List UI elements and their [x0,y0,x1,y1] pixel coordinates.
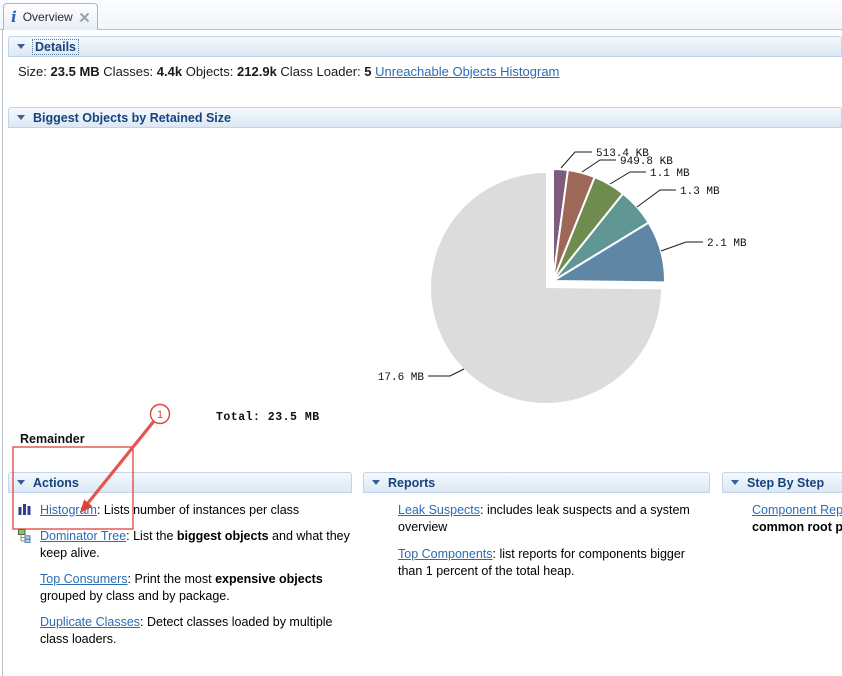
action-item-duplicate-classes: Duplicate Classes: Detect classes loaded… [8,614,352,648]
leak-suspects-link[interactable]: Leak Suspects [398,503,480,517]
tab-bar: i Overview [0,0,842,30]
tab-title: Overview [22,10,73,24]
objects-value: 212.9k [237,64,277,79]
action-desc: grouped by class and by package. [40,589,230,603]
pie-slice-label: 949.8 KB [620,156,673,168]
pie-leader-line [428,368,465,377]
size-label: Size: [18,64,47,79]
classloader-label: Class Loader: [280,64,361,79]
actions-section: Actions Histogram: Lists number of insta… [8,472,352,676]
classes-label: Classes: [103,64,154,79]
action-item-dominator-tree: Dominator Tree: List the biggest objects… [8,528,352,562]
actions-header[interactable]: Actions [8,472,352,493]
pie-leader-line [581,159,616,173]
unreachable-objects-histogram-link[interactable]: Unreachable Objects Histogram [375,64,559,79]
action-item-top-consumers: Top Consumers: Print the most expensive … [8,571,352,605]
pie-legend-remainder: Remainder [20,432,85,446]
step-by-step-title: Step By Step [747,475,825,490]
tab-overview[interactable]: i Overview [3,3,98,30]
pie-total-label: Total: 23.5 MB [216,411,320,424]
report-item-leak-suspects: Leak Suspects: includes leak suspects an… [363,502,710,536]
pie-slice-label: 17.6 MB [378,372,425,384]
dominator-tree-link[interactable]: Dominator Tree [40,529,126,543]
step-by-step-header[interactable]: Step By Step [722,472,842,493]
action-item-histogram: Histogram: Lists number of instances per… [8,502,352,519]
report-item-top-components: Top Components: list reports for compone… [363,546,710,580]
action-desc-bold: biggest objects [176,529,269,543]
classloader-value: 5 [364,64,372,79]
histogram-icon [18,503,31,521]
collapse-triangle-icon [17,44,25,49]
top-components-link[interactable]: Top Components [398,547,493,561]
pie-leader-line [636,189,676,208]
step-by-step-body: Component Rep common root p [722,493,842,545]
reports-body: Leak Suspects: includes leak suspects an… [363,493,710,590]
reports-title: Reports [388,475,436,490]
collapse-triangle-icon [731,480,739,485]
details-summary: Size: 23.5 MB Classes: 4.4k Objects: 212… [18,64,559,79]
component-report-link[interactable]: Component Rep [752,503,842,517]
action-desc: : Print the most [127,572,216,586]
actions-title: Actions [33,475,79,490]
classes-value: 4.4k [156,64,183,79]
objects-label: Objects: [185,64,234,79]
top-consumers-link[interactable]: Top Consumers [40,572,128,586]
action-desc-bold: expensive objects [215,572,323,586]
biggest-objects-header[interactable]: Biggest Objects by Retained Size [8,107,842,128]
step-desc-bold: common root p [752,520,842,534]
details-header[interactable]: Details [8,36,842,57]
details-title: Details [32,38,79,55]
info-icon: i [11,7,17,26]
reports-header[interactable]: Reports [363,472,710,493]
pie-slice-label: 2.1 MB [707,238,747,250]
pie-leader-line [660,241,703,252]
pie-leader-line [609,171,646,185]
action-desc: : List the [126,529,177,543]
reports-section: Reports Leak Suspects: includes leak sus… [363,472,710,676]
actions-body: Histogram: Lists number of instances per… [8,493,352,657]
biggest-objects-title: Biggest Objects by Retained Size [33,110,231,125]
close-icon[interactable] [79,12,90,23]
pie-slice-label: 1.3 MB [680,186,720,198]
retained-size-pie-chart: 513.4 KB949.8 KB1.1 MB1.3 MB2.1 MB17.6 M… [216,148,747,424]
collapse-triangle-icon [17,480,25,485]
collapse-triangle-icon [17,115,25,120]
step-item-component-report: Component Rep common root p [722,502,842,536]
step-by-step-section: Step By Step Component Rep common root p [722,472,842,676]
duplicate-classes-link[interactable]: Duplicate Classes [40,615,140,629]
pie-slice-label: 1.1 MB [650,168,690,180]
action-desc: : Lists number of instances per class [96,503,300,517]
pie-leader-line [560,151,592,169]
collapse-triangle-icon [372,480,380,485]
size-value: 23.5 MB [50,64,100,79]
histogram-link[interactable]: Histogram [40,503,97,517]
dominator-tree-icon [18,529,32,548]
